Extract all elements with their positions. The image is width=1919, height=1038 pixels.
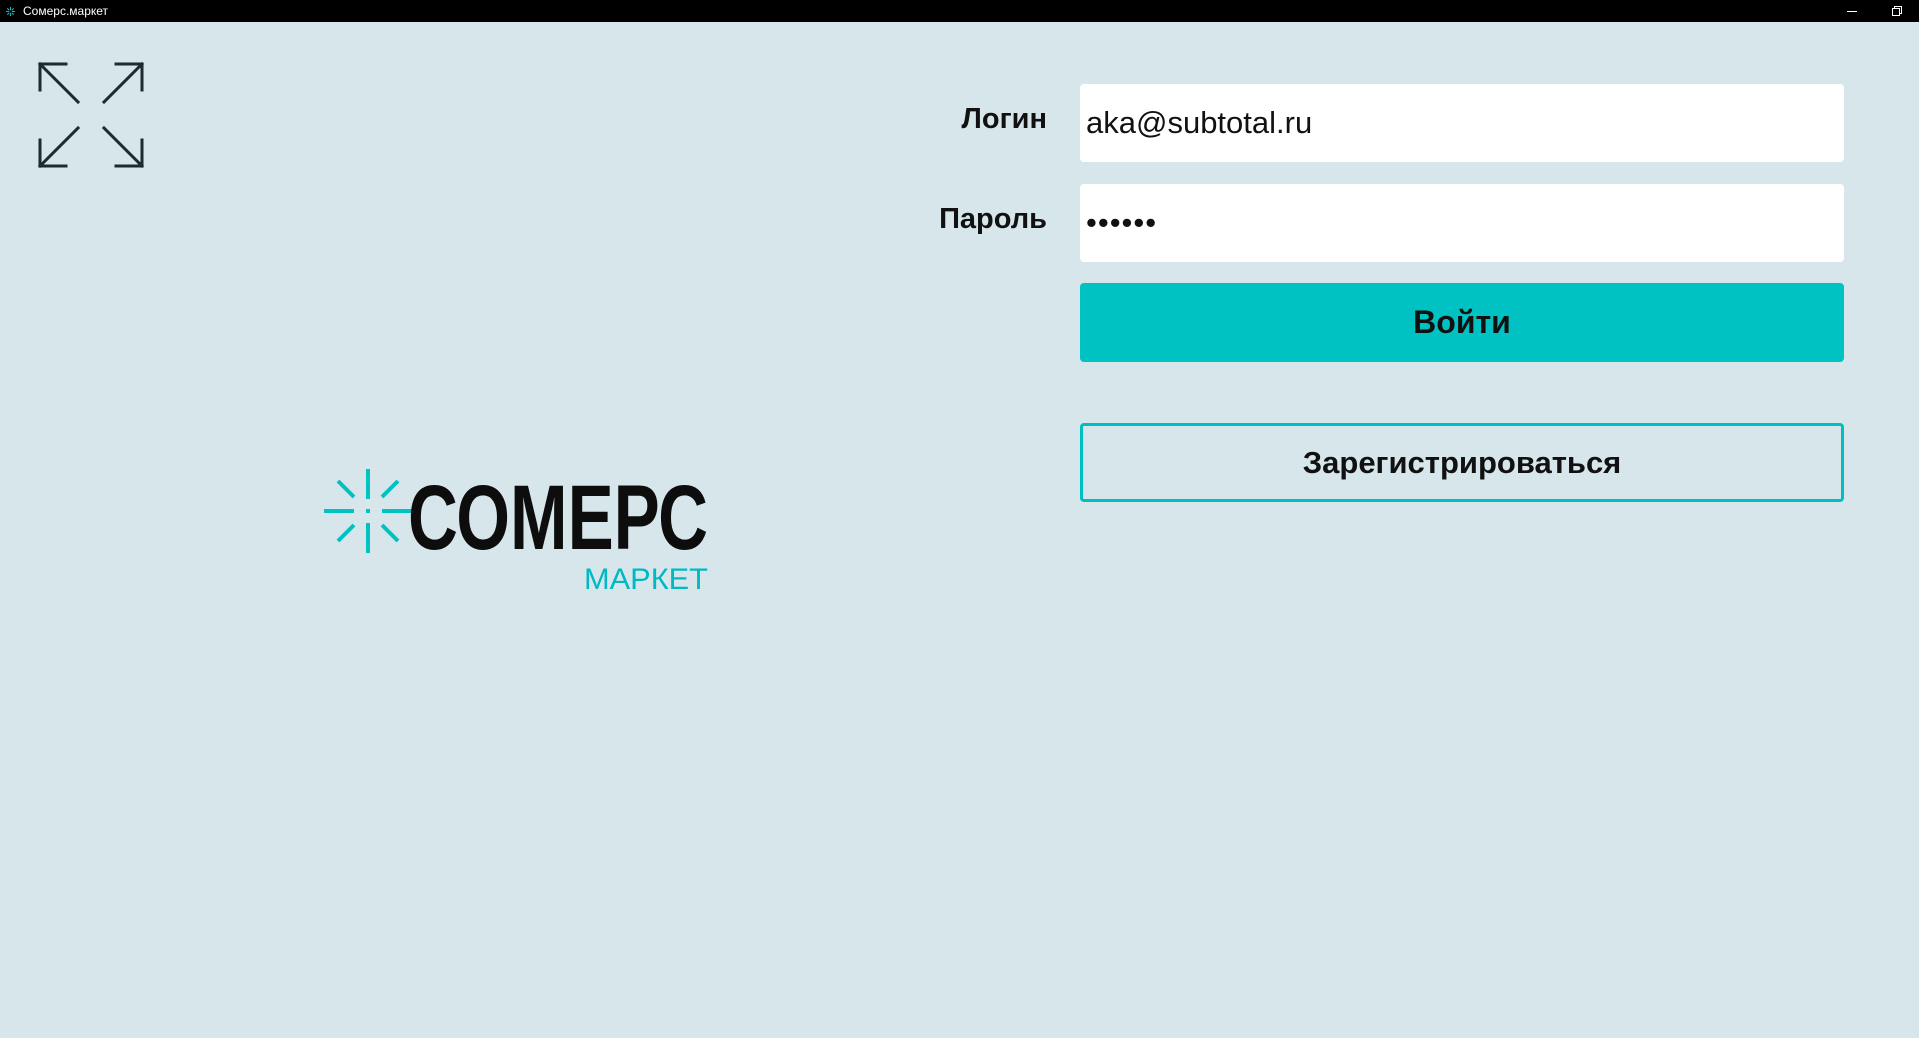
register-button[interactable]: Зарегистрироваться bbox=[1080, 423, 1844, 502]
restore-button[interactable] bbox=[1874, 0, 1919, 22]
password-label: Пароль bbox=[939, 203, 1047, 235]
minimize-icon bbox=[1846, 11, 1857, 12]
password-input[interactable] bbox=[1080, 184, 1844, 262]
window-controls bbox=[1829, 0, 1919, 22]
app-window: Сомерс.маркет СОМЕРС МАРКЕТ Логин aka@su… bbox=[0, 0, 1919, 1038]
window-title: Сомерс.маркет bbox=[23, 4, 109, 18]
fullscreen-toggle-button[interactable] bbox=[36, 60, 146, 170]
title-bar: Сомерс.маркет bbox=[0, 0, 1919, 22]
minimize-button[interactable] bbox=[1829, 0, 1874, 22]
logo-brand-subtitle: МАРКЕТ bbox=[584, 563, 708, 596]
logo-brand-name: СОМЕРС bbox=[408, 467, 708, 569]
brand-logo: СОМЕРС МАРКЕТ bbox=[320, 465, 720, 605]
expand-arrows-icon bbox=[37, 61, 145, 169]
login-input[interactable] bbox=[1080, 84, 1844, 162]
restore-icon bbox=[1891, 6, 1902, 16]
login-label: Логин bbox=[961, 103, 1048, 135]
login-button[interactable]: Войти bbox=[1080, 283, 1844, 362]
app-sparkle-icon bbox=[5, 6, 15, 16]
